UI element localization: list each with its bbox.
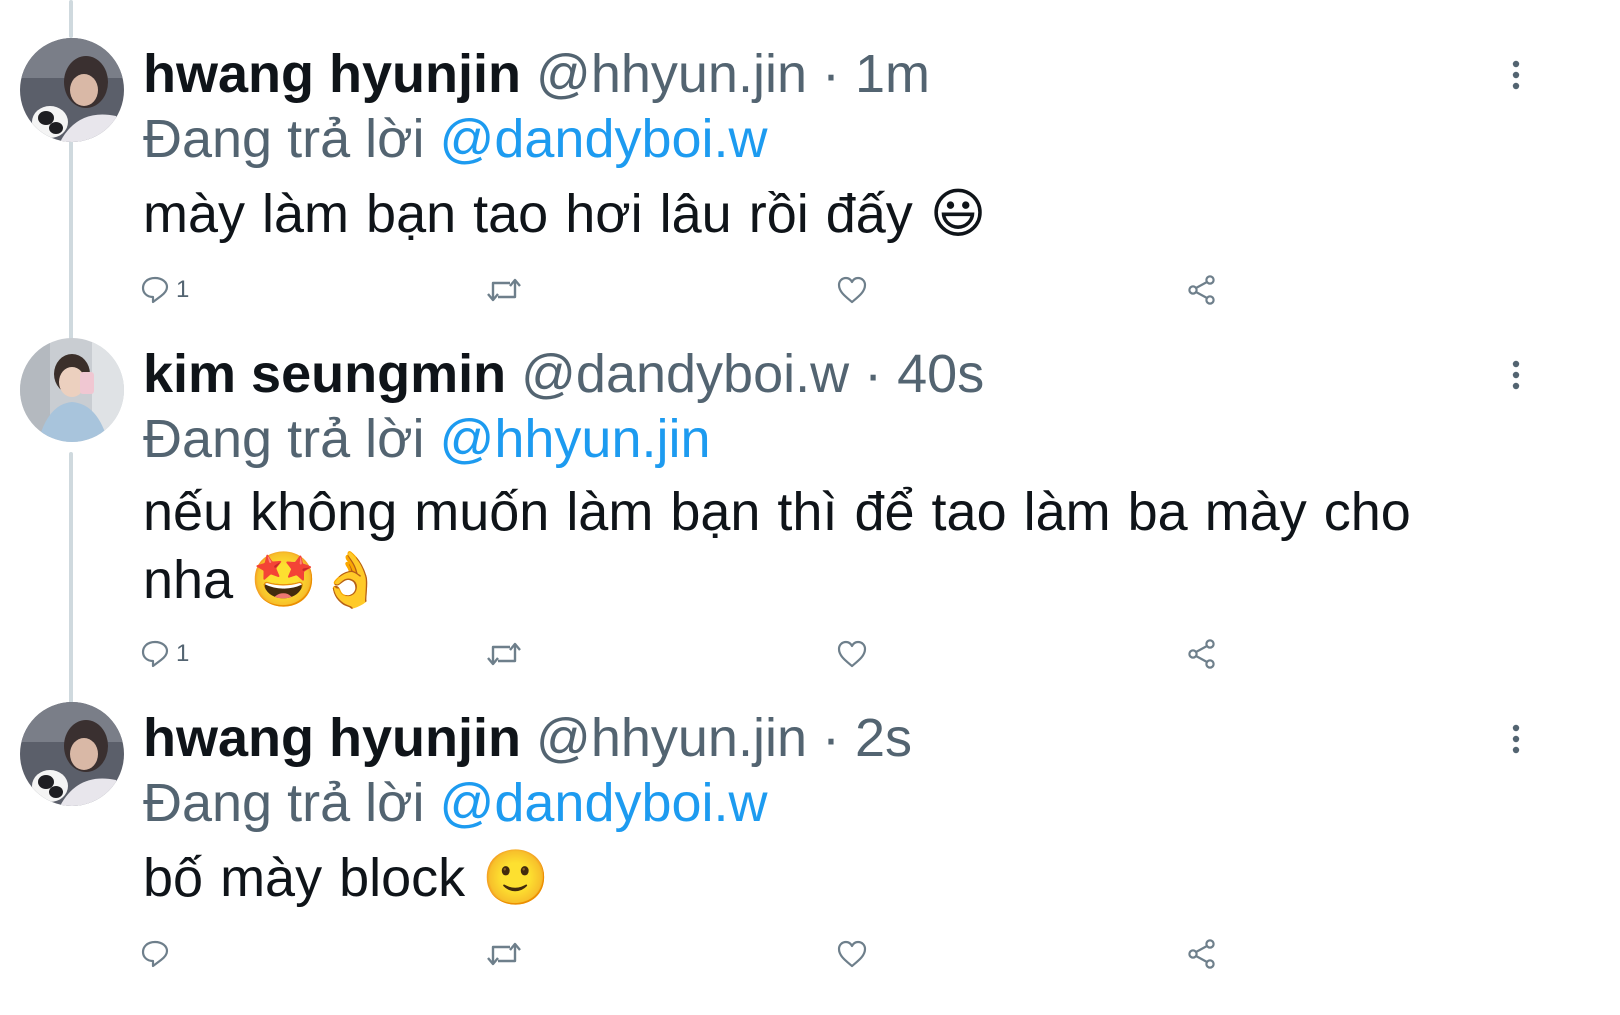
share-button[interactable]	[1186, 634, 1218, 674]
avatar[interactable]	[20, 338, 124, 442]
mention-link[interactable]: @dandyboi.w	[440, 773, 768, 833]
tweet-text: nếu không muốn làm bạn thì để tao làm ba…	[143, 478, 1523, 614]
user-photo-icon	[20, 702, 124, 806]
tweet-actions: 1	[140, 270, 1420, 310]
heart-icon	[837, 276, 867, 304]
separator: ·	[822, 708, 840, 768]
separator: ·	[822, 44, 840, 104]
avatar[interactable]	[20, 38, 124, 142]
tweet-header: kim seungmin @dandyboi.w · 40s	[143, 338, 984, 410]
tweet-text-content: mày làm bạn tao hơi lâu rồi đấy	[143, 184, 913, 244]
replying-label: Đang trả lời	[143, 109, 425, 169]
tweet-thread: hwang hyunjin @hhyun.jin · 1m Đang trả l…	[0, 0, 1620, 1015]
replying-to: Đang trả lời @dandyboi.w	[143, 104, 768, 174]
share-icon	[1188, 275, 1215, 305]
like-button[interactable]	[836, 634, 868, 674]
reply-count: 1	[176, 276, 190, 303]
tweet-actions	[140, 934, 1420, 974]
user-handle[interactable]: @hhyun.jin	[536, 708, 807, 768]
retweet-button[interactable]	[486, 634, 522, 674]
previous-actions-row	[140, 0, 1540, 6]
display-name[interactable]: hwang hyunjin	[143, 708, 521, 768]
replying-label: Đang trả lời	[143, 773, 425, 833]
retweet-button[interactable]	[486, 270, 522, 310]
separator: ·	[864, 344, 883, 404]
replying-to: Đang trả lời @dandyboi.w	[143, 768, 768, 838]
tweet-text-content: nha	[143, 550, 234, 610]
mention-link[interactable]: @hhyun.jin	[440, 409, 711, 469]
avatar[interactable]	[20, 702, 124, 806]
thread-line	[69, 0, 73, 38]
timestamp[interactable]: 1m	[855, 44, 930, 104]
user-handle[interactable]: @dandyboi.w	[521, 344, 849, 404]
share-icon	[1188, 939, 1215, 969]
reply-button[interactable]: 1	[140, 270, 189, 310]
reply-icon	[141, 640, 169, 668]
reply-count: 1	[176, 640, 190, 667]
user-handle[interactable]: @hhyun.jin	[536, 44, 807, 104]
retweet-icon	[487, 942, 521, 966]
like-button[interactable]	[836, 270, 868, 310]
reply-icon	[141, 940, 169, 968]
reply-icon	[141, 276, 169, 304]
tweet-text: mày làm bạn tao hơi lâu rồi đấy 😃	[143, 180, 1523, 248]
like-button[interactable]	[836, 934, 868, 974]
tweet-text-content: bố mày block	[143, 848, 466, 908]
mention-link[interactable]: @dandyboi.w	[440, 109, 768, 169]
smiley-emoji: 😃	[929, 182, 987, 245]
retweet-button[interactable]	[486, 934, 522, 974]
user-photo-icon	[20, 38, 124, 142]
reply-button[interactable]	[140, 934, 176, 974]
display-name[interactable]: hwang hyunjin	[143, 44, 521, 104]
thread-line	[69, 452, 73, 728]
star-struck-ok-emoji: 🤩👌	[250, 548, 385, 611]
user-photo-icon	[20, 338, 124, 442]
share-button[interactable]	[1186, 270, 1218, 310]
tweet-text: bố mày block 🙂	[143, 844, 1523, 912]
replying-to: Đang trả lời @hhyun.jin	[143, 404, 711, 474]
reply-button[interactable]: 1	[140, 634, 189, 674]
tweet-text-line: nha 🤩👌	[143, 546, 1523, 614]
slight-smile-emoji: 🙂	[482, 846, 550, 909]
heart-icon	[837, 940, 867, 968]
tweet-actions: 1	[140, 634, 1420, 674]
timestamp[interactable]: 2s	[855, 708, 912, 768]
more-vertical-icon[interactable]	[1506, 722, 1526, 758]
share-button[interactable]	[1186, 934, 1218, 974]
tweet-header: hwang hyunjin @hhyun.jin · 2s	[143, 702, 912, 774]
timestamp[interactable]: 40s	[897, 344, 984, 404]
tweet-header: hwang hyunjin @hhyun.jin · 1m	[143, 38, 930, 110]
share-icon	[1188, 639, 1215, 669]
thread-line	[69, 140, 73, 352]
display-name[interactable]: kim seungmin	[143, 344, 506, 404]
tweet-text-line: nếu không muốn làm bạn thì để tao làm ba…	[143, 482, 1411, 542]
retweet-icon	[487, 642, 521, 666]
more-vertical-icon[interactable]	[1506, 58, 1526, 94]
replying-label: Đang trả lời	[143, 409, 425, 469]
retweet-icon	[487, 278, 521, 302]
heart-icon	[837, 640, 867, 668]
more-vertical-icon[interactable]	[1506, 358, 1526, 394]
